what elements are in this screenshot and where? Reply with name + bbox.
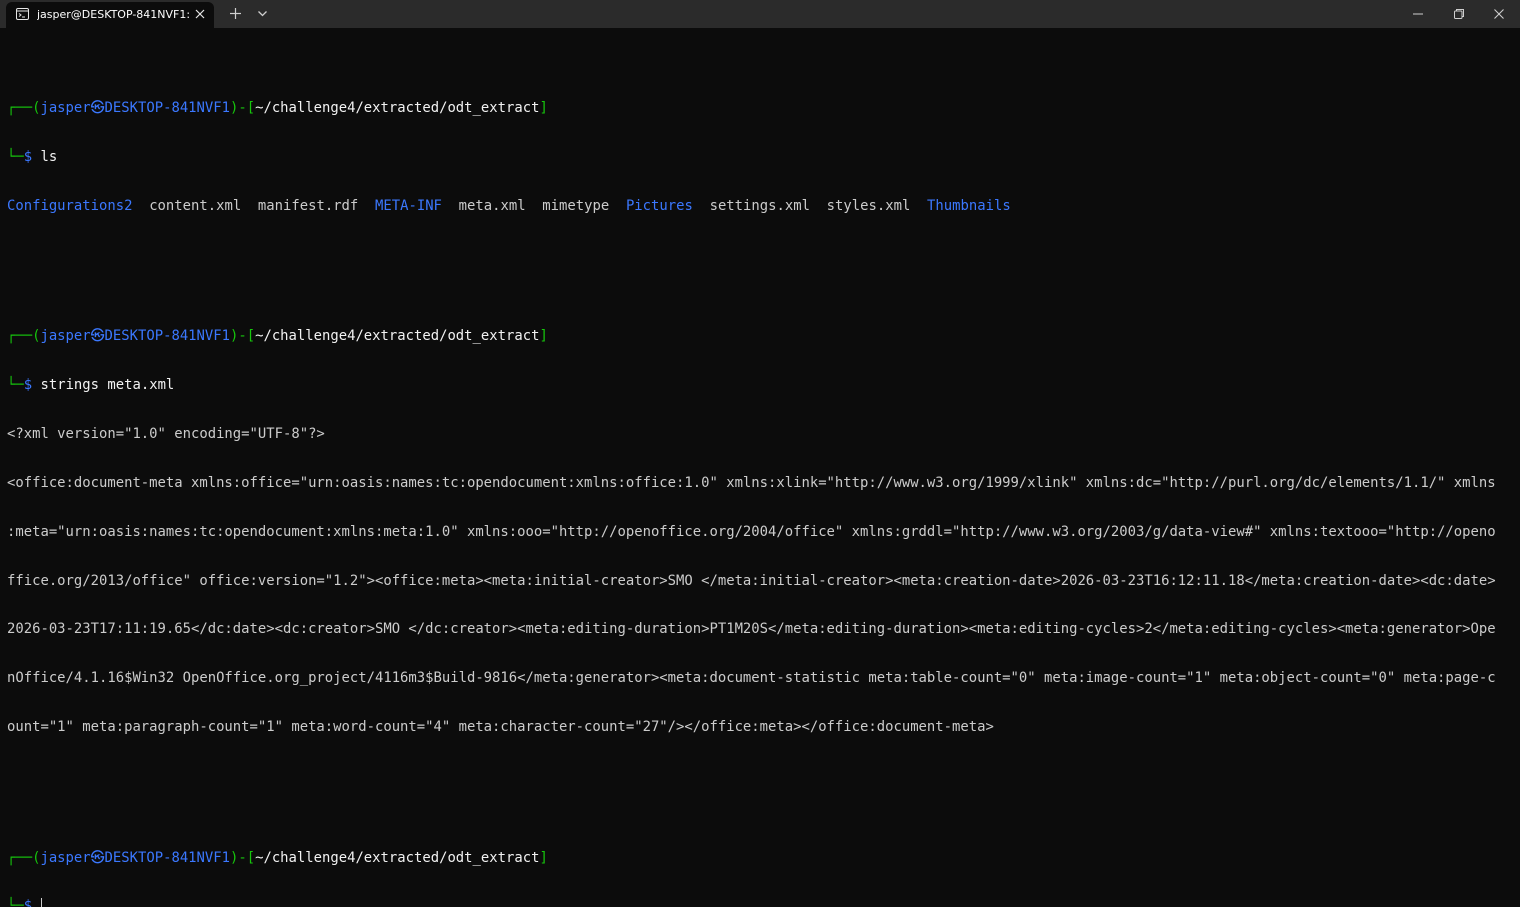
terminal-icon xyxy=(16,8,29,20)
list-item: manifest.rdf xyxy=(257,197,359,214)
prompt-command-line: └─$ ls xyxy=(7,148,58,165)
close-icon xyxy=(1494,9,1504,19)
ls-output: Configurations2 content.xml manifest.rdf… xyxy=(7,198,1507,214)
maximize-button[interactable] xyxy=(1439,0,1479,28)
prompt-header: ┌──(jasper㉿DESKTOP-841NVF1)-[~/challenge… xyxy=(7,849,548,866)
list-item: settings.xml xyxy=(709,197,810,214)
output-line: ffice.org/2013/office" office:version="1… xyxy=(7,572,1496,589)
restore-icon xyxy=(1454,9,1464,19)
output-line: ount="1" meta:paragraph-count="1" meta:w… xyxy=(7,719,994,736)
title-bar: jasper@DESKTOP-841NVF1: ~, xyxy=(0,0,1520,28)
output-line: <?xml version="1.0" encoding="UTF-8"?> xyxy=(7,425,325,442)
window-close-button[interactable] xyxy=(1479,0,1519,28)
output-line: 2026-03-23T17:11:19.65</dc:date><dc:crea… xyxy=(7,621,1496,638)
list-item: content.xml xyxy=(149,197,242,214)
list-item: Thumbnails xyxy=(927,197,1011,214)
tab-title: jasper@DESKTOP-841NVF1: ~, xyxy=(37,8,189,21)
output-line: nOffice/4.1.16$Win32 OpenOffice.org_proj… xyxy=(7,670,1496,687)
text-cursor xyxy=(41,898,43,907)
terminal-output[interactable]: ┌──(jasper㉿DESKTOP-841NVF1)-[~/challenge… xyxy=(7,51,1507,907)
chevron-down-icon[interactable] xyxy=(257,9,268,18)
list-item: Configurations2 xyxy=(7,197,133,214)
list-item: META-INF xyxy=(375,197,442,214)
output-line: <office:document-meta xmlns:office="urn:… xyxy=(7,474,1496,491)
plus-icon[interactable] xyxy=(229,7,242,20)
minimize-button[interactable] xyxy=(1398,0,1438,28)
terminal-tab[interactable]: jasper@DESKTOP-841NVF1: ~, xyxy=(6,2,214,28)
output-line: :meta="urn:oasis:names:tc:opendocument:x… xyxy=(7,523,1496,540)
list-item: mimetype xyxy=(542,197,610,214)
close-icon[interactable] xyxy=(194,8,206,20)
minimize-icon xyxy=(1413,13,1423,15)
prompt-command-line: └─$ strings meta.xml xyxy=(7,376,175,393)
list-item: Pictures xyxy=(625,197,693,214)
prompt-command-line[interactable]: └─$ xyxy=(7,898,1507,907)
list-item: meta.xml xyxy=(458,197,526,214)
prompt-header: ┌──(jasper㉿DESKTOP-841NVF1)-[~/challenge… xyxy=(7,99,548,116)
prompt-header: ┌──(jasper㉿DESKTOP-841NVF1)-[~/challenge… xyxy=(7,328,548,345)
list-item: styles.xml xyxy=(826,197,911,214)
